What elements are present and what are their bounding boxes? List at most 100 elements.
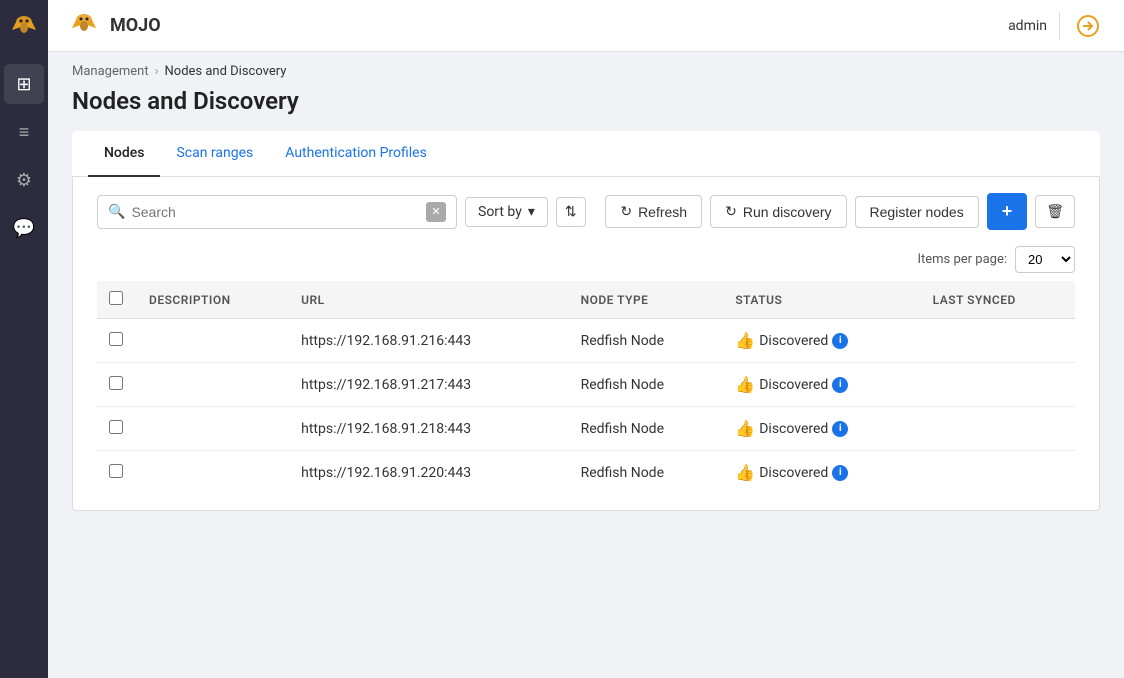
row-checkbox-cell — [97, 407, 137, 451]
th-node-type: NODE TYPE — [569, 281, 724, 319]
sidebar-item-grid[interactable]: ⊞ — [4, 64, 44, 104]
logout-button[interactable] — [1072, 10, 1104, 42]
tab-auth-profiles[interactable]: Authentication Profiles — [269, 131, 443, 177]
tab-nodes[interactable]: Nodes — [88, 131, 160, 177]
topbar-right: admin — [1008, 10, 1104, 42]
row-url: https://192.168.91.217:443 — [289, 363, 568, 407]
th-last-synced: LAST SYNCED — [921, 281, 1075, 319]
trash-icon: 🗑 — [1046, 203, 1064, 220]
table-row: https://192.168.91.217:443 Redfish Node … — [97, 363, 1075, 407]
row-status: 👍 Discovered i — [723, 451, 920, 495]
select-all-checkbox[interactable] — [109, 291, 123, 305]
row-last-synced — [921, 319, 1075, 363]
tab-scan-ranges[interactable]: Scan ranges — [160, 131, 269, 177]
topbar-logo-icon — [68, 10, 100, 42]
row-node-type: Redfish Node — [569, 319, 724, 363]
breadcrumb-separator: › — [155, 64, 159, 79]
row-checkbox[interactable] — [109, 464, 123, 478]
row-last-synced — [921, 363, 1075, 407]
status-badge: 👍 Discovered i — [735, 331, 908, 350]
row-description — [137, 319, 289, 363]
table-row: https://192.168.91.216:443 Redfish Node … — [97, 319, 1075, 363]
app-name: MOJO — [110, 15, 161, 36]
row-node-type: Redfish Node — [569, 407, 724, 451]
breadcrumb-current: Nodes and Discovery — [165, 64, 287, 79]
status-badge: 👍 Discovered i — [735, 419, 908, 438]
app-layout: ⊞ ≡ ⚙ 💬 MOJO — [0, 0, 1124, 678]
row-status: 👍 Discovered i — [723, 319, 920, 363]
status-text: Discovered — [759, 377, 828, 393]
table-area: 🔍 ✕ Sort by ▾ ⇅ ↻ R — [72, 177, 1100, 511]
sort-label: Sort by — [478, 204, 522, 220]
search-box[interactable]: 🔍 ✕ — [97, 195, 457, 229]
tabs-bar: Nodes Scan ranges Authentication Profile… — [72, 131, 1100, 177]
status-badge: 👍 Discovered i — [735, 375, 908, 394]
gear-icon: ⚙ — [16, 170, 32, 191]
table-row: https://192.168.91.218:443 Redfish Node … — [97, 407, 1075, 451]
row-node-type: Redfish Node — [569, 363, 724, 407]
table-body: https://192.168.91.216:443 Redfish Node … — [97, 319, 1075, 495]
info-icon[interactable]: i — [832, 421, 848, 437]
info-icon[interactable]: i — [832, 465, 848, 481]
row-checkbox-cell — [97, 363, 137, 407]
grid-icon: ⊞ — [16, 74, 31, 95]
mojo-logo-icon — [8, 12, 40, 44]
sort-button[interactable]: Sort by ▾ — [465, 197, 548, 227]
info-icon[interactable]: i — [832, 377, 848, 393]
items-per-page-label: Items per page: — [917, 252, 1007, 267]
add-button[interactable]: + — [987, 193, 1028, 230]
status-text: Discovered — [759, 421, 828, 437]
sidebar-item-chat[interactable]: 💬 — [4, 208, 44, 248]
run-discovery-button[interactable]: ↻ Run discovery — [710, 195, 846, 228]
row-node-type: Redfish Node — [569, 451, 724, 495]
status-text: Discovered — [759, 465, 828, 481]
sort-order-button[interactable]: ⇅ — [556, 197, 586, 227]
chat-icon: 💬 — [13, 218, 35, 239]
row-checkbox-cell — [97, 451, 137, 495]
row-status: 👍 Discovered i — [723, 363, 920, 407]
row-description — [137, 407, 289, 451]
row-checkbox[interactable] — [109, 420, 123, 434]
chevron-down-icon: ▾ — [528, 204, 535, 220]
th-description: DESCRIPTION — [137, 281, 289, 319]
row-status: 👍 Discovered i — [723, 407, 920, 451]
breadcrumb-bar: Management › Nodes and Discovery — [48, 52, 1124, 83]
topbar: MOJO admin — [48, 0, 1124, 52]
register-nodes-button[interactable]: Register nodes — [855, 196, 979, 228]
row-last-synced — [921, 451, 1075, 495]
row-description — [137, 451, 289, 495]
delete-button[interactable]: 🗑 — [1035, 195, 1075, 228]
breadcrumb: Management › Nodes and Discovery — [72, 64, 1100, 79]
row-checkbox[interactable] — [109, 376, 123, 390]
info-icon[interactable]: i — [832, 333, 848, 349]
table-header-row: DESCRIPTION URL NODE TYPE STATUS LAST SY… — [97, 281, 1075, 319]
row-checkbox[interactable] — [109, 332, 123, 346]
thumbs-up-icon: 👍 — [735, 463, 755, 482]
refresh-icon: ↻ — [620, 203, 632, 220]
th-status: STATUS — [723, 281, 920, 319]
th-checkbox — [97, 281, 137, 319]
sidebar-item-gear[interactable]: ⚙ — [4, 160, 44, 200]
sidebar-item-sliders[interactable]: ≡ — [4, 112, 44, 152]
main-area: MOJO admin Management › — [48, 0, 1124, 678]
search-clear-button[interactable]: ✕ — [426, 202, 446, 222]
sidebar-logo — [4, 8, 44, 48]
search-icon: 🔍 — [108, 204, 125, 220]
refresh-button[interactable]: ↻ Refresh — [605, 195, 702, 228]
row-description — [137, 363, 289, 407]
page-title: Nodes and Discovery — [72, 87, 1100, 115]
items-per-page-row: Items per page: 20 10 50 100 — [97, 246, 1075, 273]
search-input[interactable] — [131, 204, 426, 220]
topbar-divider — [1059, 12, 1060, 40]
th-url: URL — [289, 281, 568, 319]
logout-icon — [1076, 14, 1100, 38]
user-label: admin — [1008, 18, 1047, 34]
search-toolbar: 🔍 ✕ Sort by ▾ ⇅ ↻ R — [97, 193, 1075, 230]
items-per-page-select[interactable]: 20 10 50 100 — [1015, 246, 1075, 273]
thumbs-up-icon: 👍 — [735, 419, 755, 438]
plus-icon: + — [1002, 201, 1013, 222]
action-buttons: ↻ Refresh ↻ Run discovery Register nodes… — [605, 193, 1075, 230]
thumbs-up-icon: 👍 — [735, 331, 755, 350]
status-text: Discovered — [759, 333, 828, 349]
row-last-synced — [921, 407, 1075, 451]
